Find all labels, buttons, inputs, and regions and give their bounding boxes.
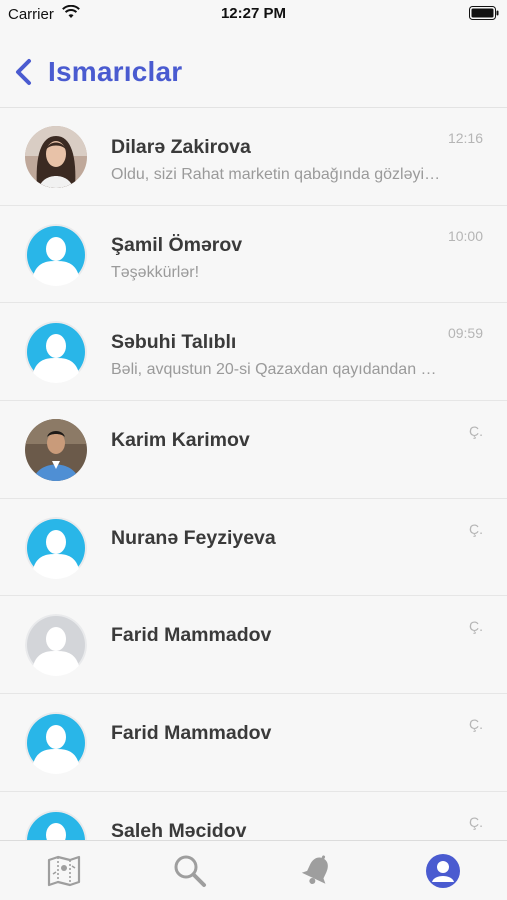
status-time: 12:27 PM xyxy=(220,5,287,22)
contact-name: Karim Karimov xyxy=(111,429,250,452)
conversation-row[interactable]: Şamil Ömərov Təşəkkürlər! 10:00 xyxy=(0,206,507,304)
default-avatar-icon xyxy=(25,321,87,384)
back-button[interactable]: Ismarıclar xyxy=(12,52,182,92)
default-avatar-icon xyxy=(25,516,87,579)
message-time: Ç. xyxy=(469,813,483,830)
conversation-row[interactable]: Nuranə Feyziyeva Ç. xyxy=(0,499,507,597)
conversation-row[interactable]: Farid Mammadov Ç. xyxy=(0,596,507,695)
message-preview: Təşəkkürlər! xyxy=(111,263,200,281)
message-preview: Bəli, avqustun 20-si Qazaxdan qayıdandan… xyxy=(111,361,441,379)
message-preview: Oldu, sizi Rahat marketin qabağında gözl… xyxy=(111,166,441,183)
page-title: Ismarıclar xyxy=(48,56,183,87)
chevron-left-icon xyxy=(16,59,31,85)
contact-name: Şamil Ömərov xyxy=(111,233,243,256)
default-avatar-icon xyxy=(25,614,87,677)
conversation-row[interactable]: Səbuhi Talıblı Bəli, avqustun 20-si Qazax… xyxy=(0,303,507,402)
tab-bar xyxy=(0,840,507,900)
navigation-bar: Ismarıclar xyxy=(0,30,507,108)
contact-name: Farid Mammadov xyxy=(111,624,272,647)
contact-name: Nuranə Feyziyeva xyxy=(111,526,276,549)
tab-notifications[interactable] xyxy=(297,851,337,891)
avatar xyxy=(25,126,87,188)
default-avatar-icon xyxy=(25,809,87,840)
conversation-row[interactable]: Dilarə Zakirova Oldu, sizi Rahat marketin… xyxy=(0,108,507,206)
message-time: 10:00 xyxy=(447,227,483,244)
contact-name: Səbuhi Talıblı xyxy=(111,331,237,354)
map-icon xyxy=(47,855,81,887)
contact-name: Farid Mammadov xyxy=(111,722,272,745)
tab-map[interactable] xyxy=(44,851,84,891)
message-time: 12:16 xyxy=(447,130,483,146)
profile-icon xyxy=(426,854,460,888)
conversation-row[interactable]: Saleh Məcidov Ç. xyxy=(0,792,507,840)
contact-name: Dilarə Zakirova xyxy=(111,136,251,158)
default-avatar-icon xyxy=(25,223,87,286)
battery-icon xyxy=(469,6,499,20)
message-time: Ç. xyxy=(469,716,483,733)
contact-name: Saleh Məcidov xyxy=(111,819,247,840)
bell-icon xyxy=(301,855,328,884)
message-time: Ç. xyxy=(469,520,483,537)
message-time: 09:59 xyxy=(447,325,483,342)
conversation-row[interactable]: Farid Mammadov Ç. xyxy=(0,694,507,792)
search-icon xyxy=(174,855,206,887)
conversation-list: Dilarə Zakirova Oldu, sizi Rahat marketin… xyxy=(0,108,507,840)
default-avatar-icon xyxy=(25,712,87,775)
message-time: Ç. xyxy=(469,423,483,440)
tab-profile[interactable] xyxy=(423,851,463,891)
conversation-row[interactable]: Karim Karimov Ç. xyxy=(0,401,507,499)
status-bar: Carrier 12:27 PM xyxy=(0,0,507,30)
tab-search[interactable] xyxy=(170,851,210,891)
avatar xyxy=(25,419,87,482)
message-time: Ç. xyxy=(469,618,483,635)
